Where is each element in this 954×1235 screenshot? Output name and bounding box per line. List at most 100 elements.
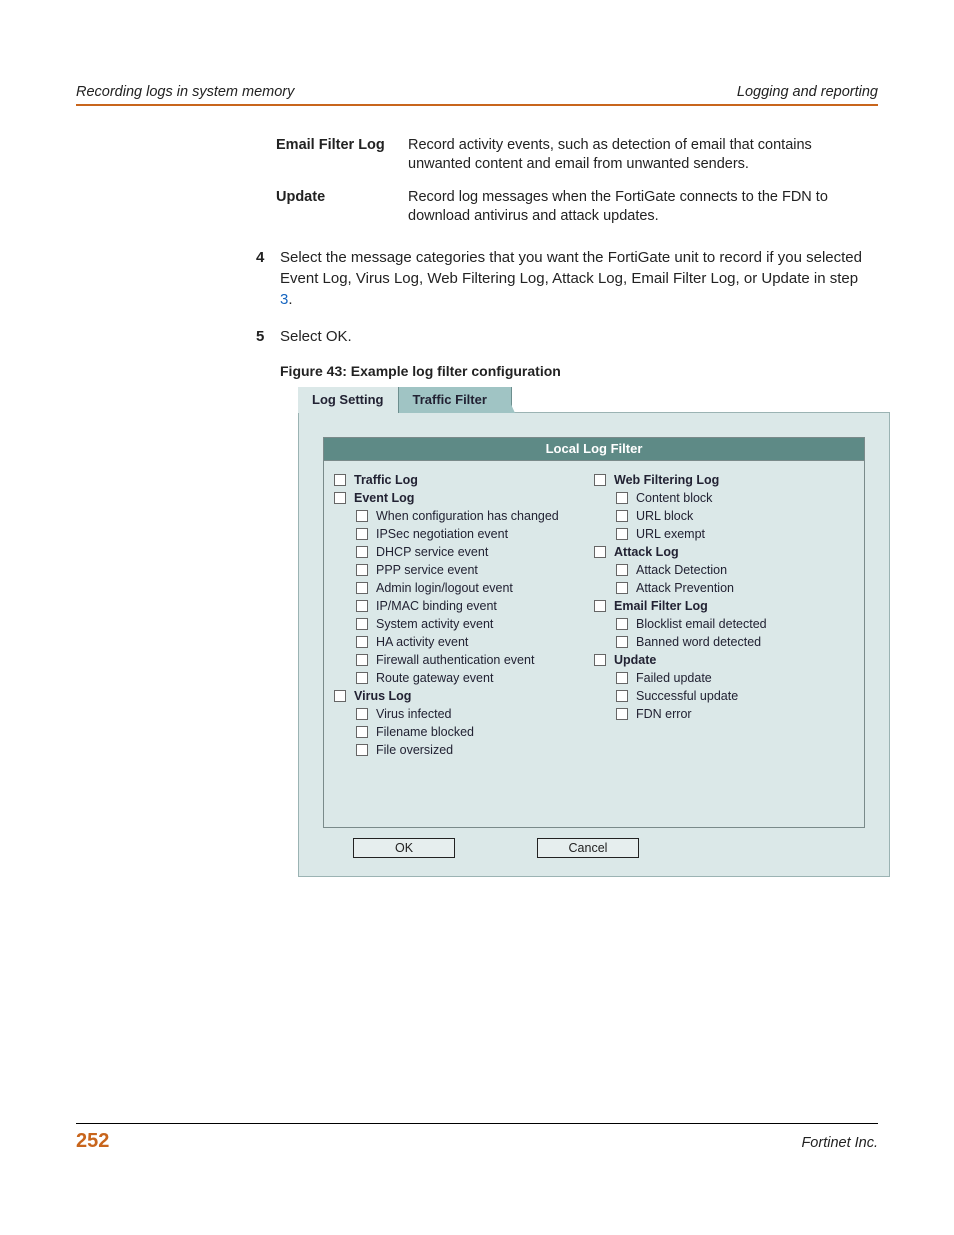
checkbox-row-email-filter-log: Email Filter Log [594, 597, 854, 615]
checkbox-system-activity-event[interactable] [356, 618, 368, 630]
checkbox-label-virus-log: Virus Log [354, 689, 411, 703]
checkbox-admin-login-logout-event[interactable] [356, 582, 368, 594]
checkbox-filename-blocked[interactable] [356, 726, 368, 738]
checkbox-row-url-exempt: URL exempt [616, 525, 854, 543]
checkbox-url-block[interactable] [616, 510, 628, 522]
checkbox-update[interactable] [594, 654, 606, 666]
checkbox-email-filter-log[interactable] [594, 600, 606, 612]
local-log-filter-title: Local Log Filter [324, 438, 864, 461]
right-column: Web Filtering LogContent blockURL blockU… [594, 471, 854, 811]
def-term-email-filter-log: Email Filter Log [276, 136, 408, 155]
checkbox-row-banned-word-detected: Banned word detected [616, 633, 854, 651]
checkbox-row-attack-detection: Attack Detection [616, 561, 854, 579]
checkbox-row-update: Update [594, 651, 854, 669]
figure-43: Log Setting Traffic Filter Local Log Fil… [298, 387, 890, 877]
checkbox-label-ha-activity-event: HA activity event [376, 635, 468, 649]
checkbox-label-url-block: URL block [636, 509, 693, 523]
checkbox-ipsec-negotiation-event[interactable] [356, 528, 368, 540]
checkbox-label-banned-word-detected: Banned word detected [636, 635, 761, 649]
header-right: Logging and reporting [737, 84, 878, 100]
def-desc-email-filter-log: Record activity events, such as detectio… [408, 136, 878, 174]
step-number-4: 4 [256, 247, 280, 268]
checkbox-virus-log[interactable] [334, 690, 346, 702]
cancel-button[interactable]: Cancel [537, 838, 639, 858]
checkbox-label-admin-login-logout-event: Admin login/logout event [376, 581, 513, 595]
checkbox-dhcp-service-event[interactable] [356, 546, 368, 558]
checkbox-label-file-oversized: File oversized [376, 743, 453, 757]
checkbox-row-filename-blocked: Filename blocked [356, 723, 594, 741]
checkbox-label-filename-blocked: Filename blocked [376, 725, 474, 739]
checkbox-label-ppp-service-event: PPP service event [376, 563, 478, 577]
checkbox-label-ipsec-negotiation-event: IPSec negotiation event [376, 527, 508, 541]
footer-rule [76, 1123, 878, 1124]
footer-company: Fortinet Inc. [801, 1135, 878, 1151]
checkbox-web-filtering-log[interactable] [594, 474, 606, 486]
header-rule [76, 104, 878, 106]
checkbox-firewall-authentication-event[interactable] [356, 654, 368, 666]
step-body-4: Select the message categories that you w… [280, 247, 870, 310]
checkbox-label-web-filtering-log: Web Filtering Log [614, 473, 719, 487]
checkbox-label-update: Update [614, 653, 656, 667]
checkbox-label-failed-update: Failed update [636, 671, 712, 685]
checkbox-when-configuration-has-changed[interactable] [356, 510, 368, 522]
checkbox-label-event-log: Event Log [354, 491, 414, 505]
checkbox-label-blocklist-email-detected: Blocklist email detected [636, 617, 767, 631]
checkbox-label-email-filter-log: Email Filter Log [614, 599, 708, 613]
page-number: 252 [76, 1130, 109, 1153]
local-log-filter-box: Local Log Filter Traffic Log Event Log Whe… [323, 437, 865, 828]
checkbox-row-event-log: Event Log [334, 489, 594, 507]
checkbox-banned-word-detected[interactable] [616, 636, 628, 648]
header-left: Recording logs in system memory [76, 84, 294, 100]
checkbox-row-firewall-authentication-event: Firewall authentication event [356, 651, 594, 669]
checkbox-label-firewall-authentication-event: Firewall authentication event [376, 653, 534, 667]
tab-log-setting[interactable]: Log Setting [298, 387, 399, 413]
step4-pre: Select the message categories that you w… [280, 249, 862, 287]
checkbox-label-system-activity-event: System activity event [376, 617, 493, 631]
ok-button[interactable]: OK [353, 838, 455, 858]
checkbox-content-block[interactable] [616, 492, 628, 504]
checkbox-label-attack-log: Attack Log [614, 545, 679, 559]
checkbox-row-failed-update: Failed update [616, 669, 854, 687]
left-column: Traffic Log Event Log When configuration h… [334, 471, 594, 811]
tab-traffic-filter[interactable]: Traffic Filter [399, 387, 512, 413]
checkbox-attack-detection[interactable] [616, 564, 628, 576]
checkbox-label-attack-detection: Attack Detection [636, 563, 727, 577]
checkbox-ppp-service-event[interactable] [356, 564, 368, 576]
checkbox-label-ip-mac-binding-event: IP/MAC binding event [376, 599, 497, 613]
checkbox-traffic-log[interactable] [334, 474, 346, 486]
checkbox-row-ha-activity-event: HA activity event [356, 633, 594, 651]
checkbox-row-fdn-error: FDN error [616, 705, 854, 723]
checkbox-fdn-error[interactable] [616, 708, 628, 720]
checkbox-attack-log[interactable] [594, 546, 606, 558]
checkbox-row-successful-update: Successful update [616, 687, 854, 705]
checkbox-label-dhcp-service-event: DHCP service event [376, 545, 488, 559]
checkbox-label-successful-update: Successful update [636, 689, 738, 703]
definition-table: Email Filter Log Record activity events,… [276, 136, 878, 225]
checkbox-row-ppp-service-event: PPP service event [356, 561, 594, 579]
figure-caption: Figure 43: Example log filter configurat… [280, 363, 878, 379]
checkbox-row-admin-login-logout-event: Admin login/logout event [356, 579, 594, 597]
checkbox-label-virus-infected: Virus infected [376, 707, 452, 721]
checkbox-file-oversized[interactable] [356, 744, 368, 756]
checkbox-ha-activity-event[interactable] [356, 636, 368, 648]
checkbox-url-exempt[interactable] [616, 528, 628, 540]
step4-post: . [288, 291, 292, 308]
checkbox-successful-update[interactable] [616, 690, 628, 702]
checkbox-row-file-oversized: File oversized [356, 741, 594, 759]
checkbox-virus-infected[interactable] [356, 708, 368, 720]
checkbox-event-log[interactable] [334, 492, 346, 504]
checkbox-row-attack-log: Attack Log [594, 543, 854, 561]
step-number-5: 5 [256, 326, 280, 347]
checkbox-failed-update[interactable] [616, 672, 628, 684]
checkbox-row-traffic-log: Traffic Log [334, 471, 594, 489]
def-desc-update: Record log messages when the FortiGate c… [408, 188, 878, 226]
checkbox-row-attack-prevention: Attack Prevention [616, 579, 854, 597]
checkbox-row-url-block: URL block [616, 507, 854, 525]
checkbox-ip-mac-binding-event[interactable] [356, 600, 368, 612]
checkbox-row-virus-log: Virus Log [334, 687, 594, 705]
checkbox-route-gateway-event[interactable] [356, 672, 368, 684]
checkbox-attack-prevention[interactable] [616, 582, 628, 594]
checkbox-blocklist-email-detected[interactable] [616, 618, 628, 630]
checkbox-label-when-configuration-has-changed: When configuration has changed [376, 509, 559, 523]
def-term-update: Update [276, 188, 408, 207]
